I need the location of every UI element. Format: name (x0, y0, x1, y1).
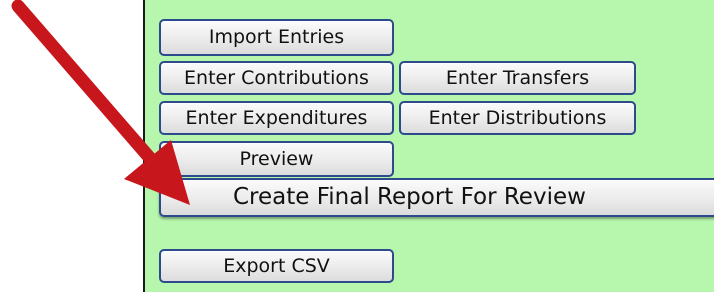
preview-button[interactable]: Preview (159, 141, 394, 177)
enter-expenditures-button[interactable]: Enter Expenditures (159, 101, 394, 135)
enter-contributions-button[interactable]: Enter Contributions (159, 61, 394, 95)
arrow-shaft (11, 0, 169, 179)
create-final-report-button[interactable]: Create Final Report For Review (159, 178, 714, 217)
enter-transfers-button[interactable]: Enter Transfers (399, 61, 636, 95)
report-actions-panel: Import Entries Enter Contributions Enter… (143, 0, 714, 292)
import-entries-button[interactable]: Import Entries (159, 19, 394, 56)
export-csv-button[interactable]: Export CSV (159, 249, 394, 283)
enter-distributions-button[interactable]: Enter Distributions (399, 101, 636, 135)
